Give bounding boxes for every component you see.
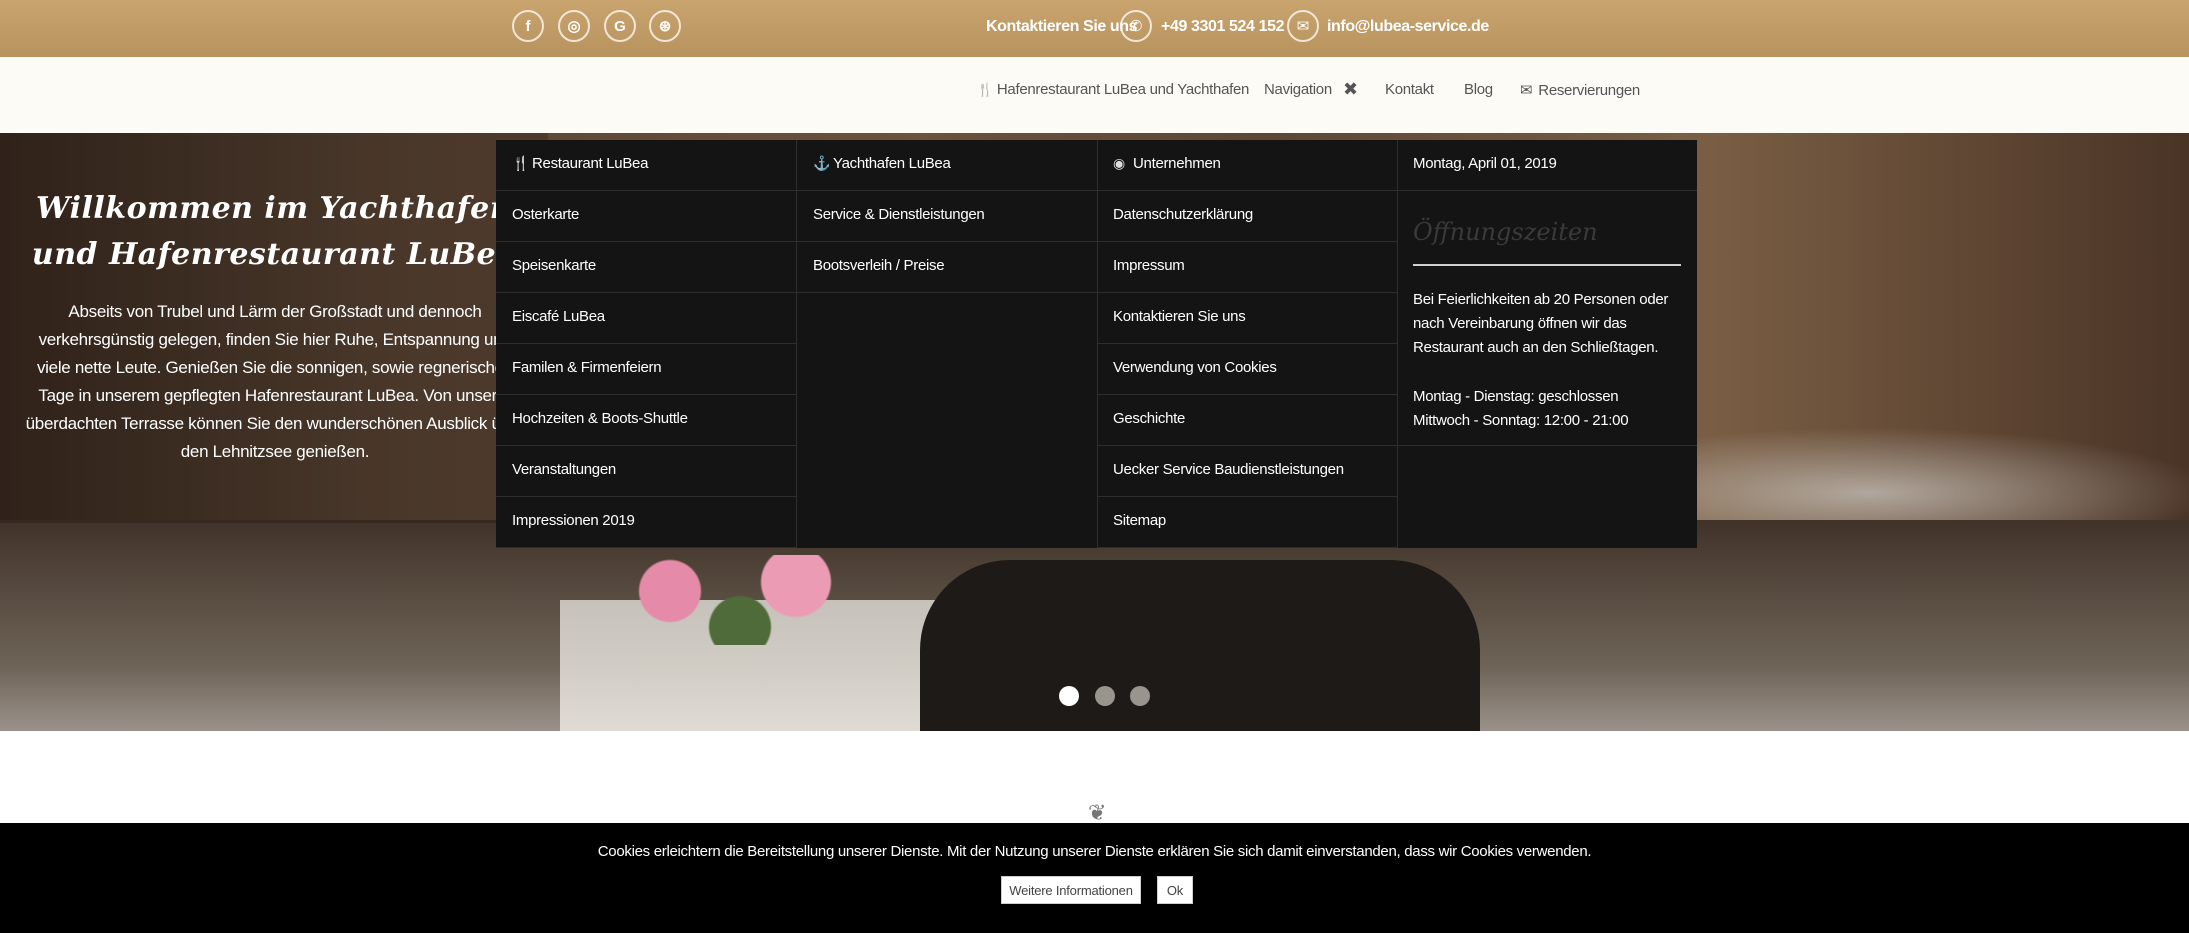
menu-item-cookies[interactable]: Verwendung von Cookies [1097,344,1397,395]
cookie-ok-button[interactable]: Ok [1157,876,1193,904]
slider-dot-2[interactable] [1095,686,1115,706]
menu-heading-label: Restaurant LuBea [532,155,649,172]
contact-label: Kontaktieren Sie uns [986,18,1138,35]
menu-item-sitemap[interactable]: Sitemap [1097,497,1397,548]
envelope-icon: ✉ [1287,10,1319,42]
cookie-message: Cookies erleichtern die Bereitstellung u… [597,843,1592,860]
user-circle-icon: ◉ [1113,155,1125,171]
phone-link[interactable]: +49 3301 524 152 [1161,18,1284,36]
opening-hours-line-1: Montag - Dienstag: geschlossen [1413,388,1619,405]
menu-item-osterkarte[interactable]: Osterkarte [496,191,796,242]
slider-dot-1[interactable] [1059,686,1079,706]
nav-reservations-label: Reservierungen [1538,82,1640,99]
cookie-more-info-button[interactable]: Weitere Informationen [1001,876,1141,904]
opening-hours-line-2: Mittwoch - Sonntag: 12:00 - 21:00 [1413,412,1629,429]
nav-reservations[interactable]: ✉ Reservierungen [1520,81,1640,99]
envelope-open-icon: ✉ [1520,82,1533,99]
opening-hours-note: Bei Feierlichkeiten ab 20 Personen oder … [1413,291,1669,356]
menu-item-impressionen[interactable]: Impressionen 2019 [496,497,796,548]
menu-column-yachthafen: ⚓ Yachthafen LuBea Service & Dienstleistu… [797,140,1098,548]
menu-item-datenschutz[interactable]: Datenschutzerklärung [1097,191,1397,242]
current-date: Montag, April 01, 2019 [1397,140,1697,191]
menu-heading-restaurant[interactable]: 🍴 Restaurant LuBea [496,140,796,191]
fork-knife-icon: 🍴 [977,82,993,97]
hero-title: Willkommen im Yachthafen und Hafenrestau… [31,191,517,272]
dribbble-icon[interactable]: ⊛ [649,10,681,42]
menu-heading-unternehmen[interactable]: ◉ Unternehmen [1097,140,1397,191]
menu-item-familien[interactable]: Familen & Firmenfeiern [496,344,796,395]
menu-column-unternehmen: ◉ Unternehmen Datenschutzerklärung Impres… [1097,140,1398,548]
nav-home[interactable]: 🍴 Hafenrestaurant LuBea und Yachthafen [977,81,1249,98]
menu-item-geschichte[interactable]: Geschichte [1097,395,1397,446]
nav-navigation[interactable]: Navigation [1264,81,1332,98]
menu-item-eiscafe[interactable]: Eiscafé LuBea [496,293,796,344]
menu-heading-label: Unternehmen [1133,155,1221,172]
google-icon[interactable]: G [604,10,636,42]
hero-photo-chair [920,560,1480,731]
anchor-icon: ⚓ [813,155,831,171]
instagram-icon[interactable]: ◎ [558,10,590,42]
menu-item-impressum[interactable]: Impressum [1097,242,1397,293]
menu-item-uecker[interactable]: Uecker Service Baudienstleistungen [1097,446,1397,497]
close-icon[interactable]: ✖ [1343,79,1358,100]
hero-photo-flowers [600,555,880,645]
hero-text: Abseits von Trubel und Lärm der Großstad… [25,302,525,461]
nav-kontakt[interactable]: Kontakt [1385,81,1434,98]
slider-dot-3[interactable] [1130,686,1150,706]
menu-item-veranstaltungen[interactable]: Veranstaltungen [496,446,796,497]
menu-item-speisenkarte[interactable]: Speisenkarte [496,242,796,293]
facebook-icon[interactable]: f [512,10,544,42]
opening-hours-title: Öffnungszeiten [1413,218,1681,266]
phone-icon: ✆ [1120,10,1152,42]
email-link[interactable]: info@lubea-service.de [1327,18,1489,36]
menu-item-service[interactable]: Service & Dienstleistungen [797,191,1097,242]
fork-knife-icon: 🍴 [512,155,530,171]
menu-item-bootsverleih[interactable]: Bootsverleih / Preise [797,242,1097,293]
divider [1397,445,1697,446]
nav-blog[interactable]: Blog [1464,81,1493,98]
menu-item-kontakt[interactable]: Kontaktieren Sie uns [1097,293,1397,344]
menu-heading-label: Yachthafen LuBea [833,155,951,172]
menu-heading-yachthafen[interactable]: ⚓ Yachthafen LuBea [797,140,1097,191]
menu-item-hochzeiten[interactable]: Hochzeiten & Boots-Shuttle [496,395,796,446]
nav-home-label: Hafenrestaurant LuBea und Yachthafen [996,81,1250,98]
menu-column-restaurant: 🍴 Restaurant LuBea Osterkarte Speisenkart… [496,140,797,548]
